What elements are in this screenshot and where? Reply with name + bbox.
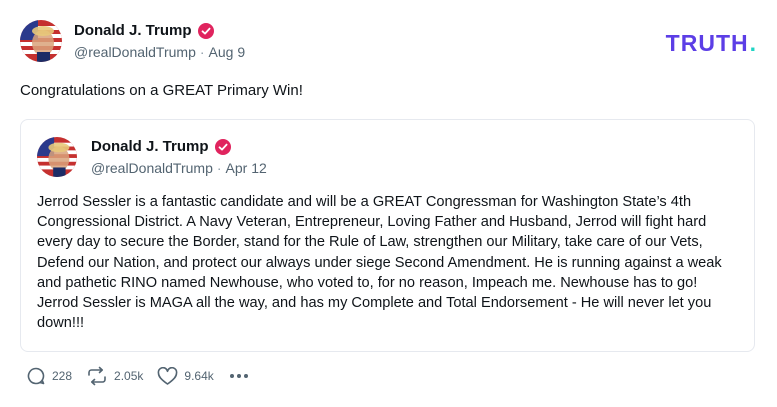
more-options-icon[interactable]	[229, 374, 248, 378]
retruth-count: 2.05k	[114, 369, 144, 383]
author-block: Donald J. Trump @realDonaldTrump · Aug 9	[74, 22, 245, 61]
reply-count: 228	[52, 369, 73, 383]
quote-author-handle[interactable]: @realDonaldTrump	[91, 160, 213, 176]
quoted-post[interactable]: Donald J. Trump @realDonaldTrump · Apr 12 …	[20, 119, 755, 353]
quote-date[interactable]: Apr 12	[226, 160, 267, 176]
retruth-icon	[88, 366, 106, 386]
like-count: 9.64k	[184, 369, 214, 383]
truth-logo[interactable]: TRUTH.	[666, 30, 757, 57]
post-text: Congratulations on a GREAT Primary Win!	[20, 82, 303, 99]
avatar-image	[20, 20, 62, 62]
quote-author-name[interactable]: Donald J. Trump	[91, 138, 209, 156]
quote-author-name-row: Donald J. Trump	[91, 138, 267, 156]
heart-icon	[158, 366, 178, 385]
separator-dot: ·	[199, 43, 205, 60]
retruth-button[interactable]: 2.05k	[86, 366, 143, 386]
quote-author-meta: @realDonaldTrump · Apr 12	[91, 160, 267, 177]
post-actions: 228 2.05k 9.64k	[26, 366, 248, 386]
reply-button[interactable]: 228	[26, 366, 72, 386]
brand-dot: .	[749, 30, 757, 56]
quote-header: Donald J. Trump @realDonaldTrump · Apr 12	[37, 136, 738, 178]
more-dot	[236, 374, 241, 378]
author-name-row: Donald J. Trump	[74, 22, 245, 40]
quote-avatar-image	[37, 137, 77, 177]
author-meta: @realDonaldTrump · Aug 9	[74, 44, 245, 61]
quote-avatar[interactable]	[37, 137, 77, 177]
like-button[interactable]: 9.64k	[157, 366, 214, 386]
verified-badge-icon	[214, 138, 231, 155]
more-dot	[229, 374, 234, 378]
truth-post: Donald J. Trump @realDonaldTrump · Aug 9 T…	[20, 18, 757, 353]
verified-badge-icon	[197, 22, 214, 39]
brand-text: TRUTH	[665, 30, 749, 56]
more-dot	[243, 374, 248, 378]
quote-text: Jerrod Sessler is a fantastic candidate …	[37, 194, 722, 332]
quote-author-block: Donald J. Trump @realDonaldTrump · Apr 12	[91, 138, 267, 177]
author-handle[interactable]: @realDonaldTrump	[74, 44, 196, 60]
post-header: Donald J. Trump @realDonaldTrump · Aug 9 T…	[20, 18, 757, 64]
author-name[interactable]: Donald J. Trump	[74, 22, 192, 40]
separator-dot: ·	[216, 159, 222, 176]
post-date[interactable]: Aug 9	[209, 44, 246, 60]
avatar[interactable]	[20, 20, 62, 62]
comment-icon	[27, 367, 45, 385]
